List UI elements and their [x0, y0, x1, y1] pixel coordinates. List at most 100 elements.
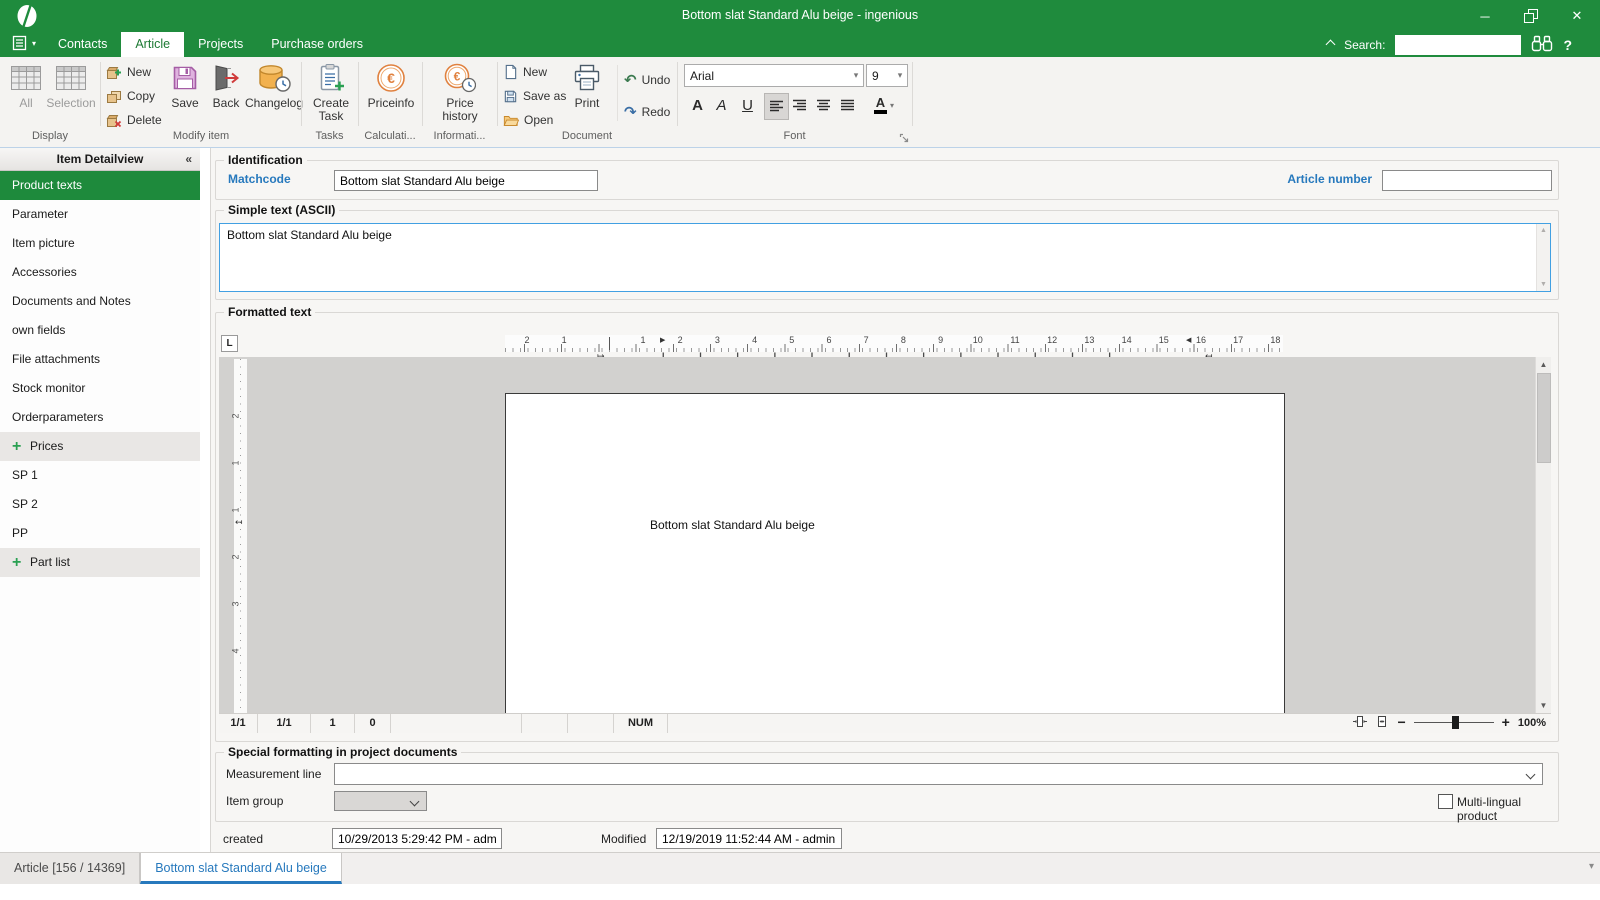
help-button[interactable]: ? — [1563, 37, 1572, 53]
table-icon — [10, 60, 42, 95]
article-number-input[interactable] — [1382, 170, 1552, 191]
sidebar-item-orderparameters[interactable]: Orderparameters — [0, 403, 200, 432]
zoom-out-button[interactable]: − — [1397, 713, 1405, 732]
rtf-editor-canvas[interactable]: ↤ 211234 Bottom slat Standard Alu beige … — [219, 357, 1551, 713]
align-center-button[interactable] — [812, 93, 835, 118]
fit-page-icon[interactable] — [1353, 715, 1367, 731]
redo-button[interactable]: ↷ Redo — [624, 99, 670, 125]
align-justify-button[interactable] — [836, 93, 859, 118]
create-task-button[interactable]: Create Task — [308, 60, 354, 123]
priceinfo-button[interactable]: € Priceinfo — [364, 60, 418, 110]
display-selection-button[interactable]: Selection — [46, 60, 96, 110]
price-history-button[interactable]: € Price history — [432, 60, 488, 123]
italic-button[interactable]: A — [710, 93, 733, 118]
bold-button[interactable]: A — [686, 93, 709, 118]
binoculars-icon[interactable] — [1531, 35, 1553, 55]
vertical-indent-marker[interactable]: ↤ — [235, 517, 243, 528]
document-tab-bottom-slat-standard-alu-beige[interactable]: Bottom slat Standard Alu beige — [140, 853, 342, 884]
sidebar-item-label: SP 1 — [12, 461, 38, 490]
font-family-select[interactable]: Arial ▾ — [684, 64, 864, 87]
multilingual-label: Multi-lingual product — [1457, 795, 1558, 823]
right-indent-marker[interactable]: ◀ — [1186, 336, 1191, 344]
collapse-ribbon-icon[interactable] — [1326, 40, 1336, 50]
sidebar-item-product-texts[interactable]: Product texts — [0, 171, 200, 200]
menu-tab-article[interactable]: Article — [121, 32, 184, 57]
item-group-select[interactable] — [334, 791, 427, 811]
sidebar-item-documents-and-notes[interactable]: Documents and Notes — [0, 287, 200, 316]
menu-tab-purchase-orders[interactable]: Purchase orders — [257, 32, 377, 57]
sidebar-item-parameter[interactable]: Parameter — [0, 200, 200, 229]
back-button[interactable]: Back — [206, 60, 246, 110]
ruler-number: 4 — [231, 648, 241, 653]
euro-coin-icon: € — [376, 60, 406, 95]
align-right-button[interactable] — [788, 93, 811, 118]
modified-value-box[interactable] — [656, 828, 842, 849]
align-left-button[interactable] — [764, 93, 789, 120]
search-input[interactable] — [1395, 35, 1521, 55]
identification-group: Identification Matchcode Article number — [215, 160, 1559, 200]
copy-item-button[interactable]: Copy — [106, 84, 162, 108]
new-item-button[interactable]: New — [106, 60, 162, 84]
close-button[interactable]: ✕ — [1554, 0, 1600, 32]
document-open-button[interactable]: Open — [503, 108, 566, 132]
zoom-slider-handle[interactable] — [1452, 716, 1459, 729]
undo-button[interactable]: ↶ Undo — [624, 67, 670, 93]
document-save-as-button[interactable]: Save as — [503, 84, 566, 108]
display-all-button[interactable]: All — [8, 60, 44, 110]
font-size-select[interactable]: 9 ▾ — [866, 64, 908, 87]
sidebar-item-part-list[interactable]: +Part list — [0, 548, 200, 577]
changelog-button[interactable]: Changelog — [246, 60, 302, 110]
sidebar-item-file-attachments[interactable]: File attachments — [0, 345, 200, 374]
restore-button[interactable] — [1508, 0, 1554, 32]
sidebar-item-sp-1[interactable]: SP 1 — [0, 461, 200, 490]
document-page[interactable]: Bottom slat Standard Alu beige — [505, 393, 1285, 713]
matchcode-input[interactable] — [334, 170, 598, 191]
special-formatting-group: Special formatting in project documents … — [215, 752, 1559, 822]
scrollbar-thumb[interactable] — [1537, 373, 1551, 463]
document-new-label: New — [523, 65, 547, 79]
document-tab-article-156-14369[interactable]: Article [156 / 14369] — [0, 853, 140, 884]
measurement-line-select[interactable] — [334, 763, 1543, 785]
delete-item-button[interactable]: Delete — [106, 108, 162, 132]
save-button[interactable]: Save — [166, 60, 204, 110]
multilingual-checkbox[interactable] — [1438, 794, 1453, 809]
first-line-indent-marker[interactable]: ▶ — [660, 336, 665, 344]
simple-text-scrollbar[interactable]: ▲ ▼ — [1536, 224, 1550, 291]
sidebar-item-sp-2[interactable]: SP 2 — [0, 490, 200, 519]
zoom-slider[interactable] — [1414, 722, 1494, 723]
tab-alignment-selector[interactable]: L — [221, 335, 238, 352]
sidebar-item-item-picture[interactable]: Item picture — [0, 229, 200, 258]
sidebar-item-pp[interactable]: PP — [0, 519, 200, 548]
scroll-down-icon[interactable]: ▼ — [1537, 278, 1550, 291]
menu-tab-projects[interactable]: Projects — [184, 32, 257, 57]
app-menu-button[interactable]: ▾ — [12, 35, 36, 52]
fit-width-icon[interactable] — [1375, 715, 1389, 731]
sidebar-item-accessories[interactable]: Accessories — [0, 258, 200, 287]
font-dialog-launcher[interactable] — [899, 132, 909, 146]
print-label: Print — [575, 97, 600, 110]
scroll-up-icon[interactable]: ▲ — [1536, 357, 1551, 372]
ribbon: All Selection Display New — [0, 57, 1600, 148]
modified-label: Modified — [601, 832, 646, 846]
zoom-in-button[interactable]: + — [1502, 713, 1510, 732]
underline-button[interactable]: U — [736, 93, 759, 118]
scroll-up-icon[interactable]: ▲ — [1537, 224, 1550, 237]
sidebar-item-stock-monitor[interactable]: Stock monitor — [0, 374, 200, 403]
ruler-number: 1 — [562, 335, 567, 345]
editor-scrollbar[interactable]: ▲ ▼ — [1535, 357, 1551, 713]
sidebar-item-own-fields[interactable]: own fields — [0, 316, 200, 345]
font-color-button[interactable]: A ▾ — [866, 93, 902, 118]
document-new-button[interactable]: New — [503, 60, 566, 84]
sidebar-item-prices[interactable]: +Prices — [0, 432, 200, 461]
collapse-sidebar-icon[interactable]: « — [185, 148, 192, 170]
copy-item-label: Copy — [127, 89, 155, 103]
scroll-down-icon[interactable]: ▼ — [1536, 698, 1551, 713]
tab-scroll-icon[interactable]: ▾ — [1589, 861, 1594, 872]
minimize-button[interactable]: ─ — [1462, 0, 1508, 32]
sidebar-item-label: Product texts — [12, 171, 82, 200]
simple-text-editor[interactable]: Bottom slat Standard Alu beige ▲ ▼ — [219, 223, 1551, 292]
minimize-icon: ─ — [1480, 9, 1489, 24]
print-button[interactable]: Print — [567, 60, 607, 110]
menu-tab-contacts[interactable]: Contacts — [44, 32, 121, 57]
created-value-box[interactable] — [332, 828, 502, 849]
